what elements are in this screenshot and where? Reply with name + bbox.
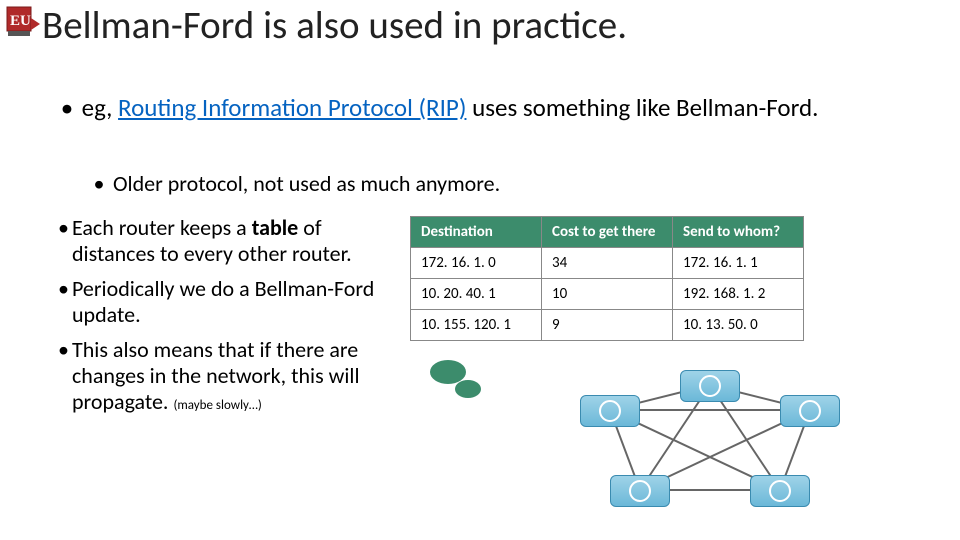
rip-link[interactable]: Routing Information Protocol (RIP): [118, 92, 466, 123]
slide-title: Bellman-Ford is also used in practice.: [42, 2, 627, 49]
svg-text:EU: EU: [10, 13, 31, 29]
table-row: 10. 155. 120. 1 9 10. 13. 50. 0: [411, 310, 804, 341]
left-bullets: • Each router keeps a table of distances…: [58, 215, 398, 424]
network-diagram: [560, 370, 860, 530]
text: uses something like Bellman-Ford.: [466, 92, 818, 123]
text: eg,: [82, 92, 118, 123]
slide: EU Bellman-Ford is also used in practice…: [0, 0, 960, 540]
router-icon: [610, 475, 670, 507]
table-row: 172. 16. 1. 0 34 172. 16. 1. 1: [411, 248, 804, 279]
text: Older protocol, not used as much anymore…: [113, 170, 500, 197]
table-row: 10. 20. 40. 1 10 192. 168. 1. 2: [411, 279, 804, 310]
router-icon: [580, 395, 640, 427]
bullet-rip: • eg, Routing Information Protocol (RIP)…: [58, 94, 858, 123]
highlight-bubble: [455, 380, 481, 398]
col-cost: Cost to get there: [542, 217, 673, 248]
bullet-older: • Older protocol, not used as much anymo…: [90, 170, 890, 197]
col-send: Send to whom?: [673, 217, 804, 248]
router-icon: [680, 370, 740, 402]
eu-logo: EU: [6, 6, 40, 45]
routing-table: Destination Cost to get there Send to wh…: [410, 216, 804, 341]
router-icon: [780, 395, 840, 427]
table-header-row: Destination Cost to get there Send to wh…: [411, 217, 804, 248]
router-icon: [750, 475, 810, 507]
col-destination: Destination: [411, 217, 542, 248]
